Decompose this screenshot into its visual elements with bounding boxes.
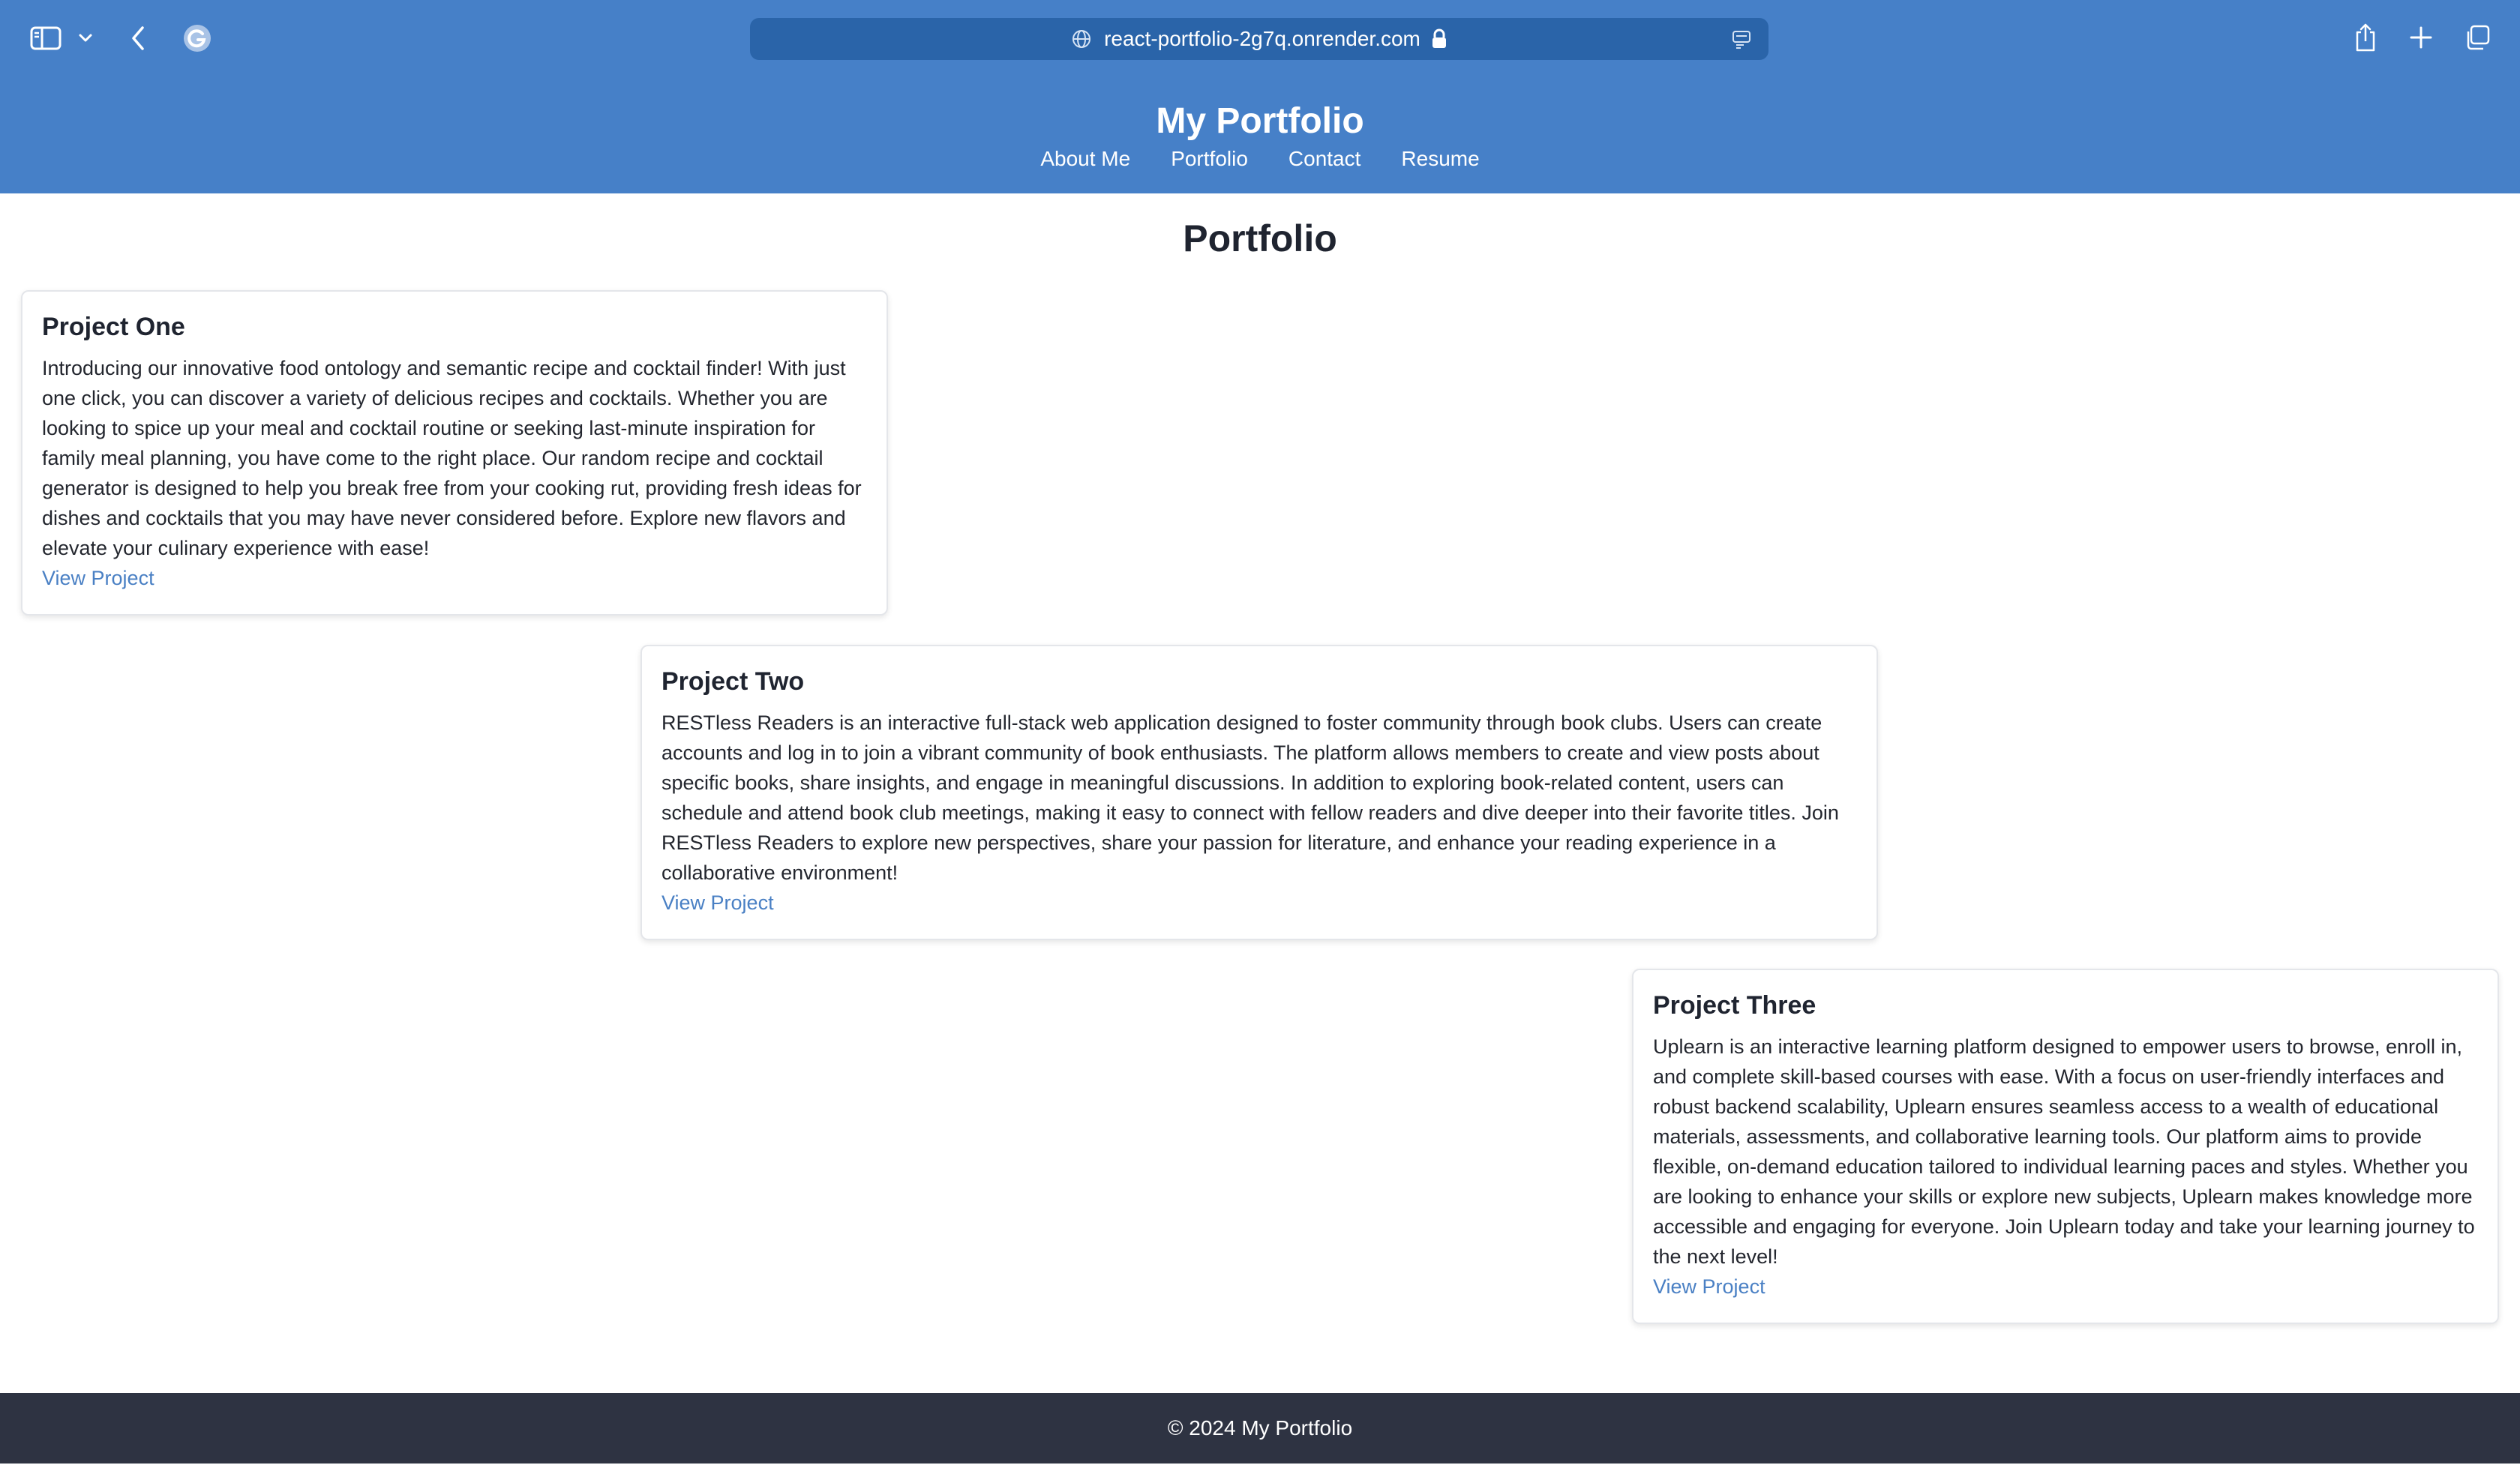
project-description: Uplearn is an interactive learning platf… [1653,1035,2475,1268]
tab-overview-icon[interactable] [2462,22,2493,52]
reader-mode-icon[interactable] [1731,28,1752,55]
footer-copyright: © 2024 My Portfolio [1167,1416,1353,1440]
view-project-link[interactable]: View Project [1653,1272,1766,1302]
address-bar[interactable]: react-portfolio-2g7q.onrender.com [750,18,1768,60]
plus-icon[interactable] [2406,22,2436,52]
sidebar-toggle-icon[interactable] [28,22,63,54]
project-description: RESTless Readers is an interactive full-… [662,712,1839,884]
chevron-down-icon[interactable] [75,28,96,48]
project-title: Project One [42,313,185,341]
nav-resume[interactable]: Resume [1401,144,1479,174]
nav-portfolio[interactable]: Portfolio [1171,144,1248,174]
project-title: Project Two [662,667,805,696]
project-card-two: Project Two RESTless Readers is an inter… [640,645,1878,940]
view-project-link[interactable]: View Project [42,563,154,593]
site-title[interactable]: My Portfolio [0,99,2520,144]
nav-contact[interactable]: Contact [1288,144,1361,174]
project-card-three: Project Three Uplearn is an interactive … [1632,969,2499,1324]
share-icon[interactable] [2350,19,2380,55]
lock-icon [1431,28,1448,49]
project-title: Project Three [1653,991,1816,1020]
nav-about-me[interactable]: About Me [1040,144,1130,174]
grammarly-icon[interactable] [182,22,213,54]
globe-icon [1071,28,1092,49]
project-description: Introducing our innovative food ontology… [42,357,862,559]
site-header: react-portfolio-2g7q.onrender.com My Por… [0,0,2520,193]
chevron-left-icon[interactable] [124,22,152,54]
view-project-link[interactable]: View Project [662,888,774,918]
site-footer: © 2024 My Portfolio [0,1393,2520,1464]
main-nav: About Me Portfolio Contact Resume [0,144,2520,174]
project-card-one: Project One Introducing our innovative f… [21,290,888,616]
page-title: Portfolio [1183,217,1337,259]
url-text: react-portfolio-2g7q.onrender.com [1104,27,1420,50]
